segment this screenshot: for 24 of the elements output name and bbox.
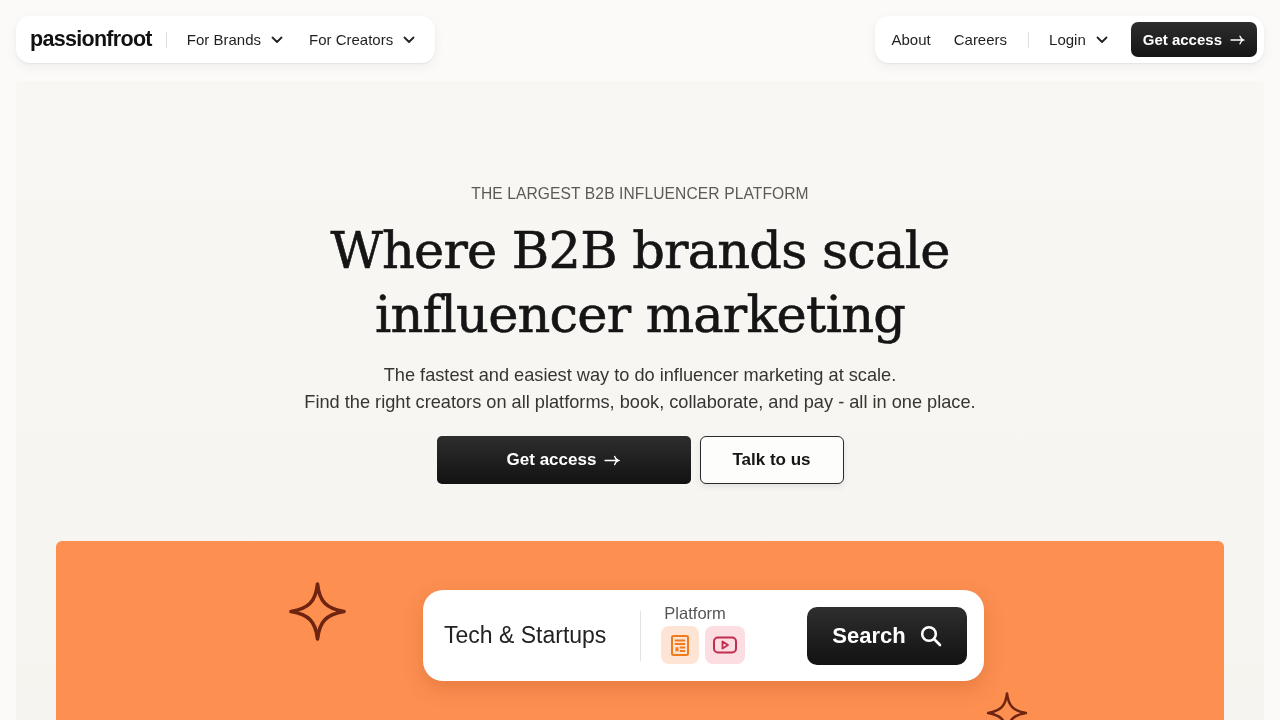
nav-menu-item[interactable]: For Brands [186, 31, 283, 48]
sparkle-icon [288, 581, 347, 642]
get-access-button[interactable]: Get access [436, 436, 691, 484]
search-icon [919, 624, 942, 647]
play-icon[interactable] [705, 626, 746, 664]
login-menu[interactable]: Login [1049, 31, 1108, 48]
eyebrow-text: THE LARGEST B2B INFLUENCER PLATFORM [471, 185, 809, 203]
arrow-right-icon [1230, 34, 1245, 45]
talk-to-us-button[interactable]: Talk to us [699, 436, 844, 484]
document-icon[interactable] [661, 626, 700, 664]
get-access-button[interactable]: Get access [1130, 22, 1257, 57]
headline: Where B2B brands scale influencer marketing [330, 220, 950, 346]
nav-link[interactable]: Careers [953, 31, 1008, 48]
chevron-down-icon [403, 35, 416, 44]
arrow-right-icon [604, 454, 621, 466]
subtitle-text: The fastest and easiest way to do influencer marketing at scale. Find the right creators on all platforms, book, collaborate, and pay - all in one place. [304, 364, 976, 414]
nav-menu-item[interactable]: For Creators [309, 31, 416, 48]
chevron-down-icon [1095, 35, 1108, 44]
nav-link[interactable]: About [891, 31, 931, 48]
logo[interactable]: passionfroot [30, 27, 152, 52]
search-button[interactable]: Search [807, 606, 967, 665]
platform-label: Platform [663, 603, 727, 623]
chevron-down-icon [271, 35, 283, 44]
search-field[interactable]: Tech & Startups [444, 622, 607, 649]
